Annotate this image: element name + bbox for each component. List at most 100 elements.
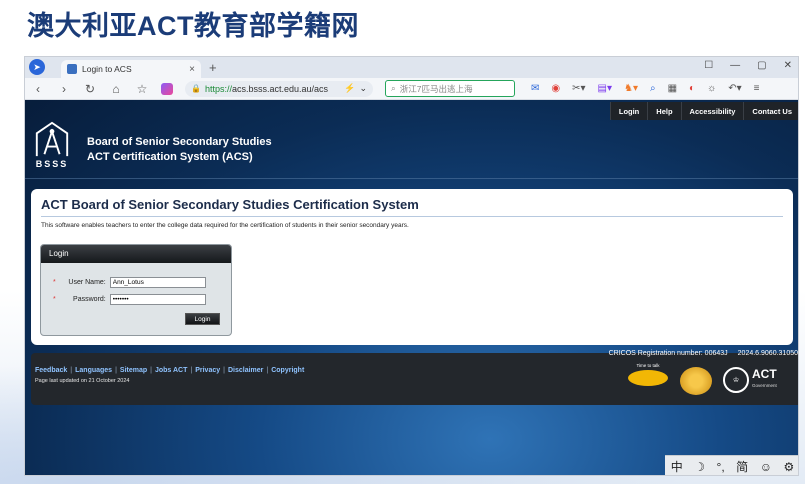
new-tab-button[interactable]: + (209, 60, 217, 75)
username-input[interactable] (109, 277, 206, 288)
footer-separator: | (70, 367, 73, 374)
act-government-logo[interactable]: ♔ ACT Government (723, 367, 777, 393)
footer-link-languages[interactable]: Languages (75, 367, 112, 374)
home-button[interactable]: ⌂ (109, 82, 123, 96)
gold-award-logo-icon[interactable] (680, 367, 712, 395)
nav-login-link[interactable]: Login (609, 102, 647, 120)
login-panel-title: Login (41, 245, 231, 263)
main-content-panel: ACT Board of Senior Secondary Studies Ce… (31, 189, 793, 345)
required-mark: * (53, 296, 56, 303)
ime-punctuation[interactable]: °, (717, 460, 725, 474)
bookmark-star-icon[interactable]: ☆ (135, 82, 149, 96)
reload-button[interactable]: ↻ (83, 82, 97, 96)
game-icon[interactable]: ♞▾ (624, 83, 638, 94)
window-controls: ☐ — ▢ ✕ (704, 60, 792, 71)
footer-link-privacy[interactable]: Privacy (195, 367, 220, 374)
header-divider (25, 178, 798, 179)
menu-icon[interactable]: ≡ (754, 83, 760, 94)
url-scheme: https:// (204, 83, 232, 94)
minimize-button[interactable]: — (730, 60, 740, 71)
header-system-name: ACT Certification System (ACS) (87, 151, 253, 163)
footer-separator: | (223, 367, 225, 374)
time-to-talk-badge-icon (628, 370, 668, 386)
ime-moon-icon[interactable]: ☽ (694, 460, 705, 474)
tab-title: Login to ACS (82, 64, 132, 74)
slide-title: 澳大利亚ACT教育部学籍网 (27, 11, 359, 41)
footer-link-copyright[interactable]: Copyright (271, 367, 304, 374)
footer-link-feedback[interactable]: Feedback (35, 367, 67, 374)
footer-separator: | (190, 367, 193, 374)
app-version: 2024.6.9060.31050 (737, 350, 798, 357)
ime-simplified[interactable]: 简 (736, 458, 748, 475)
bsss-crest-icon (35, 121, 69, 157)
url-bar[interactable]: 🔒 https://acs.bsss.act.edu.au/acs ⚡ ⌄ (185, 80, 373, 97)
password-input[interactable] (109, 294, 206, 305)
ime-emoji-icon[interactable]: ☺ (760, 460, 772, 474)
ime-chinese-mode[interactable]: 中 (671, 458, 683, 475)
nav-help-link[interactable]: Help (647, 102, 680, 120)
ime-settings-icon[interactable]: ⚙ (783, 460, 794, 474)
footer-separator: | (150, 367, 152, 374)
footer-separator: | (266, 367, 269, 374)
search-placeholder: 浙江7匹马出逃上海 (399, 83, 473, 94)
search-box[interactable]: ⌕ 浙江7匹马出逃上海 (385, 80, 515, 97)
nav-contact-link[interactable]: Contact Us (743, 102, 798, 120)
act-logo-subtext: Government (752, 383, 777, 388)
ime-toolbar: 中 ☽ °, 简 ☺ ⚙ (665, 455, 798, 475)
restore-button[interactable]: ▢ (757, 60, 766, 71)
footer-link-jobs[interactable]: Jobs ACT (155, 367, 187, 374)
site-footer: CRICOS Registration number: 00643J 2024.… (31, 350, 798, 405)
brightness-icon[interactable]: ☼ (707, 83, 716, 94)
tab-login-to-acs[interactable]: Login to ACS × (61, 60, 201, 78)
apps-grid-icon[interactable]: ▦ (668, 83, 677, 94)
footer-link-disclaimer[interactable]: Disclaimer (228, 367, 263, 374)
lock-icon: 🔒 (191, 84, 201, 93)
browser-logo-icon[interactable]: ➤ (29, 59, 45, 75)
weibo-icon[interactable]: ◉ (551, 83, 560, 94)
login-panel: Login * User Name: * Password: Login (40, 244, 232, 336)
tab-bar: ➤ Login to ACS × + ☐ — ▢ ✕ (25, 57, 798, 78)
page-heading: ACT Board of Senior Secondary Studies Ce… (41, 197, 783, 217)
footer-separator: | (115, 367, 117, 374)
address-toolbar: ‹ › ↻ ⌂ ☆ 🔒 https://acs.bsss.act.edu.au/… (25, 78, 798, 100)
tab-close-icon[interactable]: × (189, 64, 195, 75)
bsss-letters: BSSS (35, 159, 69, 169)
undo-icon[interactable]: ↶▾ (728, 83, 741, 94)
act-logo-text: ACT (752, 367, 777, 381)
scissors-icon[interactable]: ✂▾ (572, 83, 585, 94)
site-favicon-icon (67, 64, 77, 74)
extension-icon[interactable] (161, 82, 173, 95)
username-row: * User Name: (53, 277, 206, 288)
last-updated: Page last updated on 21 October 2024 (35, 378, 130, 384)
required-mark: * (53, 279, 56, 286)
time-to-talk-caption: Time to talk (636, 363, 660, 368)
color-wheel-icon[interactable]: ◐ (689, 83, 695, 94)
acs-page: Login Help Accessibility Contact Us BSSS… (25, 100, 798, 475)
time-to-talk-logo[interactable]: Time to talk (628, 363, 668, 393)
page-description: This software enables teachers to enter … (41, 222, 409, 229)
password-label: Password: (73, 296, 106, 303)
mail-icon[interactable]: ✉ (531, 83, 539, 94)
cricos-info: CRICOS Registration number: 00643J 2024.… (609, 350, 798, 357)
url-text: acs.bsss.act.edu.au/acs (231, 83, 329, 94)
login-button[interactable]: Login (185, 313, 220, 325)
reader-icon[interactable]: ▤▾ (598, 83, 612, 94)
nav-accessibility-link[interactable]: Accessibility (680, 102, 744, 120)
footer-link-sitemap[interactable]: Sitemap (120, 367, 147, 374)
back-button[interactable]: ‹ (31, 82, 45, 96)
zoom-search-icon[interactable]: ⌕ (650, 83, 656, 94)
site-header: Board of Senior Secondary Studies ACT Ce… (87, 135, 272, 165)
pin-window-icon[interactable]: ☐ (704, 60, 713, 71)
bsss-logo[interactable]: BSSS (31, 120, 73, 174)
top-navigation: Login Help Accessibility Contact Us (609, 102, 798, 120)
forward-button[interactable]: › (57, 82, 71, 96)
close-window-button[interactable]: ✕ (784, 60, 792, 71)
toolbar-icons: ✉ ◉ ✂▾ ▤▾ ♞▾ ⌕ ▦ ◐ ☼ ↶▾ ≡ (531, 83, 760, 94)
url-dropdown-icon[interactable]: ⌄ (359, 83, 367, 94)
header-board-name: Board of Senior Secondary Studies (87, 136, 272, 148)
cricos-number: CRICOS Registration number: 00643J (608, 350, 728, 357)
act-seal-icon: ♔ (723, 367, 749, 393)
username-label: User Name: (68, 279, 106, 286)
lightning-icon[interactable]: ⚡ (344, 83, 355, 94)
browser-window: ➤ Login to ACS × + ☐ — ▢ ✕ ‹ › ↻ ⌂ ☆ 🔒 h… (24, 56, 799, 476)
